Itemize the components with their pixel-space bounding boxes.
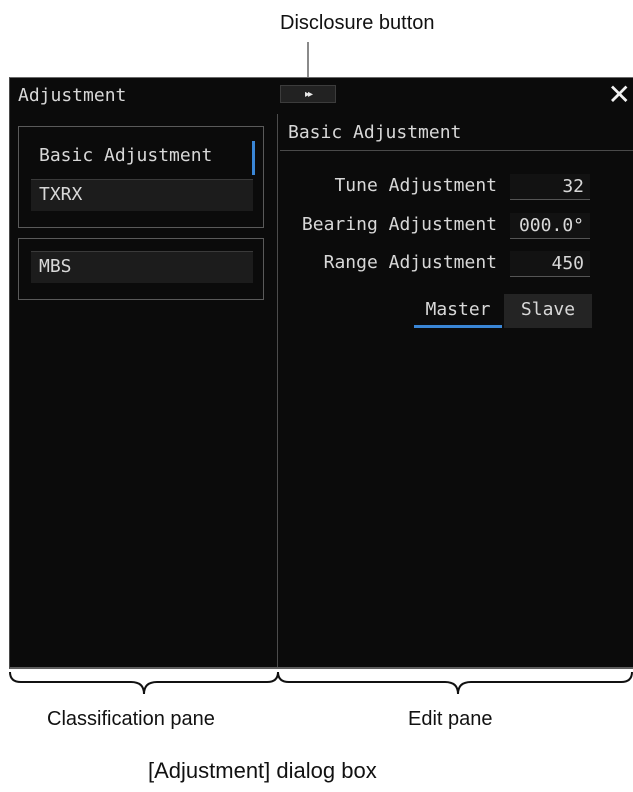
- range-adjustment-field[interactable]: 450: [510, 251, 590, 277]
- range-adjustment-label: Range Adjustment: [323, 252, 497, 273]
- classification-item-txrx[interactable]: TXRX: [31, 179, 253, 211]
- figure-caption: [Adjustment] dialog box: [148, 758, 377, 783]
- tune-adjustment-label: Tune Adjustment: [334, 175, 497, 196]
- classification-group-2: MBS: [18, 238, 264, 300]
- disclosure-button[interactable]: ▸▸: [280, 85, 336, 103]
- edit-pane-title: Basic Adjustment: [288, 122, 462, 143]
- classification-item-basic-adjustment[interactable]: Basic Adjustment: [31, 141, 255, 175]
- edit-pane-brace: [277, 671, 633, 695]
- classification-group-1: Basic Adjustment TXRX: [18, 126, 264, 228]
- classification-pane-caption: Classification pane: [47, 708, 215, 730]
- classification-item-label: MBS: [39, 256, 72, 277]
- classification-item-label: Basic Adjustment: [39, 145, 213, 166]
- disclosure-button-caption: Disclosure button: [280, 12, 435, 34]
- edit-pane-caption: Edit pane: [408, 708, 493, 730]
- adjustment-dialog: Adjustment ▸▸ ✕ Basic Adjustment TXRX MB…: [9, 77, 633, 669]
- selection-indicator: [252, 141, 255, 175]
- master-toggle-button[interactable]: Master: [414, 294, 502, 328]
- dialog-title: Adjustment: [18, 85, 127, 106]
- edit-title-divider: [280, 150, 633, 151]
- tune-adjustment-field[interactable]: 32: [510, 174, 590, 200]
- pane-divider: [277, 114, 278, 667]
- classification-item-label: TXRX: [39, 184, 83, 205]
- classification-pane-brace: [9, 671, 279, 695]
- classification-item-mbs[interactable]: MBS: [31, 251, 253, 283]
- bearing-adjustment-field[interactable]: 000.0°: [510, 213, 590, 239]
- double-chevron-right-icon: ▸▸: [304, 88, 313, 100]
- close-icon[interactable]: ✕: [608, 80, 631, 110]
- slave-toggle-button[interactable]: Slave: [504, 294, 592, 328]
- bearing-adjustment-label: Bearing Adjustment: [301, 214, 497, 235]
